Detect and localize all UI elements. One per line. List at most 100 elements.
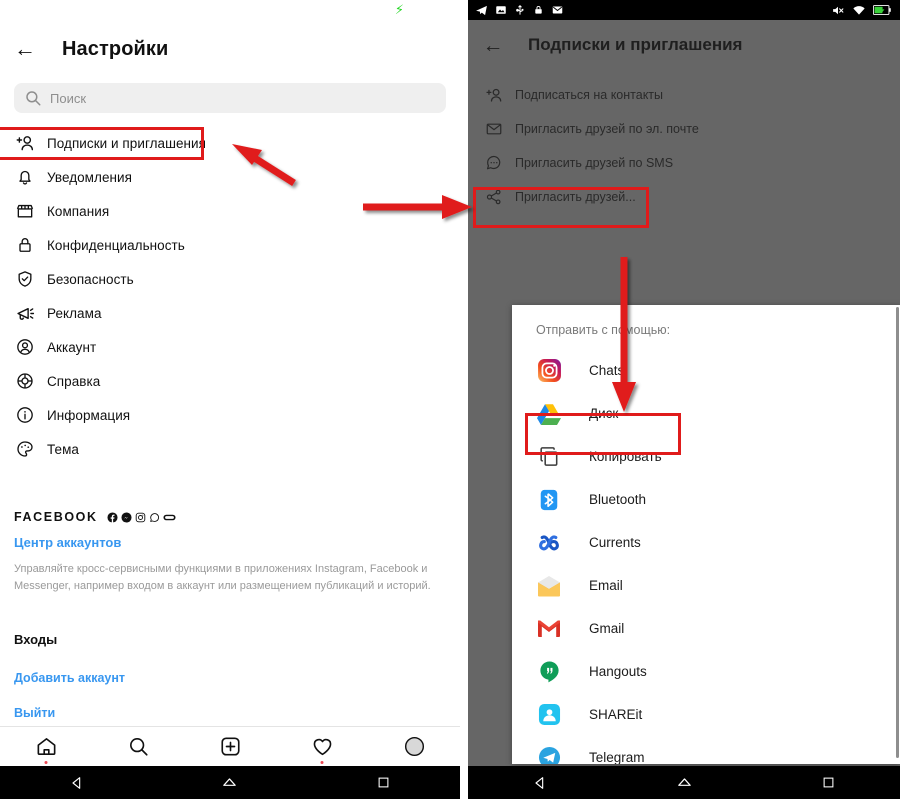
facebook-brand-label: FACEBOOK: [14, 510, 98, 524]
share-option-gmail[interactable]: Gmail: [512, 607, 900, 650]
storefront-icon: [14, 200, 36, 222]
home-icon: [37, 738, 55, 755]
share-option-bluetooth[interactable]: Bluetooth: [512, 478, 900, 521]
bottom-tab-bar: [0, 726, 460, 766]
android-home-icon[interactable]: [200, 774, 260, 791]
shareit-icon: [536, 702, 562, 728]
screenshot-icon: [496, 6, 506, 14]
profile-avatar-icon: [404, 736, 424, 757]
android-home-icon[interactable]: [654, 774, 714, 791]
share-option-label: Currents: [589, 535, 641, 550]
mail-icon: [552, 6, 563, 14]
search-icon: [26, 91, 41, 106]
highlight-subscriptions-menu-item: [0, 127, 204, 160]
lock-icon: [14, 234, 36, 256]
menu-item-label: Пригласить друзей по эл. почте: [515, 122, 699, 136]
share-option-label: Bluetooth: [589, 492, 647, 507]
sidebar-item-label: Конфиденциальность: [47, 237, 185, 253]
tab-profile[interactable]: [384, 731, 444, 763]
highlight-copy-item: [525, 413, 681, 455]
search-icon: [129, 738, 148, 756]
logins-section-title: Входы: [14, 632, 58, 647]
facebook-section-description: Управляйте кросс-сервисными функциями в …: [14, 563, 431, 593]
tab-add-post[interactable]: [200, 731, 260, 763]
add-person-icon: [484, 85, 504, 105]
facebook-icon: [107, 511, 118, 523]
share-option-label: SHAREit: [589, 707, 643, 722]
lifebuoy-icon: [14, 370, 36, 392]
sidebar-item-security[interactable]: Безопасность: [0, 262, 460, 296]
bluetooth-icon: [536, 487, 562, 513]
sidebar-item-label: Безопасность: [47, 271, 134, 287]
sidebar-item-notifications[interactable]: Уведомления: [0, 160, 460, 194]
menu-item-invite-by-sms[interactable]: Пригласить друзей по SMS: [468, 146, 900, 180]
right-phone-screen: ← Подписки и приглашения Подписаться на …: [468, 0, 900, 799]
share-option-email[interactable]: Email: [512, 564, 900, 607]
tab-home[interactable]: [16, 731, 76, 764]
sidebar-item-theme[interactable]: Тема: [0, 432, 460, 466]
sidebar-item-about[interactable]: Информация: [0, 398, 460, 432]
info-circle-icon: [14, 404, 36, 426]
telegram-icon: [476, 5, 487, 15]
search-placeholder: Поиск: [50, 90, 87, 106]
page-title: Настройки: [62, 37, 169, 60]
share-option-label: Telegram: [589, 750, 645, 764]
share-sheet-scrollbar[interactable]: [896, 307, 899, 758]
search-input[interactable]: Поиск: [14, 83, 446, 113]
account-circle-icon: [14, 336, 36, 358]
sidebar-item-label: Компания: [47, 203, 110, 219]
back-arrow-icon[interactable]: ←: [4, 38, 46, 60]
home-badge-dot: [44, 760, 48, 764]
sidebar-item-privacy[interactable]: Конфиденциальность: [0, 228, 460, 262]
whatsapp-icon: [149, 512, 159, 522]
settings-menu-list: Подписки и приглашения Уведомления Компа…: [0, 126, 460, 466]
share-option-label: Gmail: [589, 621, 625, 636]
sidebar-item-account[interactable]: Аккаунт: [0, 330, 460, 364]
palette-icon: [14, 438, 36, 460]
share-sheet-title: Отправить с помощью:: [536, 323, 671, 337]
accounts-center-link[interactable]: Центр аккаунтов: [14, 535, 454, 550]
shield-check-icon: [14, 268, 36, 290]
sidebar-item-business[interactable]: Компания: [0, 194, 460, 228]
sidebar-item-label: Тема: [47, 441, 79, 457]
share-option-hangouts[interactable]: Hangouts: [512, 650, 900, 693]
left-status-bar: ⚡: [0, 0, 460, 20]
sidebar-item-ads[interactable]: Реклама: [0, 296, 460, 330]
android-back-icon[interactable]: [510, 775, 570, 791]
instagram-icon: [135, 512, 145, 522]
share-option-currents[interactable]: Currents: [512, 521, 900, 564]
wifi-icon: [853, 5, 865, 15]
right-app-header: ← Подписки и приглашения: [468, 24, 900, 66]
share-option-shareit[interactable]: SHAREit: [512, 693, 900, 736]
android-back-icon[interactable]: [47, 775, 107, 791]
facebook-section: FACEBOOK Центр аккаунтов Управляйте крос…: [14, 508, 454, 595]
tab-search[interactable]: [108, 731, 168, 763]
share-option-label: Chats: [589, 363, 625, 378]
instagram-icon: [536, 358, 562, 384]
logout-link[interactable]: Выйти: [14, 706, 55, 720]
hangouts-icon: [536, 659, 562, 685]
menu-item-label: Пригласить друзей по SMS: [515, 156, 674, 170]
sidebar-item-label: Реклама: [47, 305, 102, 321]
email-icon: [536, 573, 562, 599]
right-status-bar: [468, 0, 900, 20]
share-option-label: Hangouts: [589, 664, 647, 679]
menu-item-label: Подписаться на контакты: [515, 88, 664, 102]
mute-icon: [833, 6, 844, 14]
android-recents-icon[interactable]: [798, 775, 858, 790]
android-recents-icon[interactable]: [353, 775, 413, 790]
sidebar-item-label: Уведомления: [47, 169, 132, 185]
share-option-chats[interactable]: Chats: [512, 349, 900, 392]
tab-activity[interactable]: [292, 731, 352, 764]
facebook-family-glyphs: [107, 511, 176, 523]
chat-bubble-icon: [484, 153, 504, 173]
sidebar-item-help[interactable]: Справка: [0, 364, 460, 398]
add-account-link[interactable]: Добавить аккаунт: [14, 671, 125, 685]
page-title: Подписки и приглашения: [528, 35, 743, 54]
menu-item-follow-contacts[interactable]: Подписаться на контакты: [468, 78, 900, 112]
lock-icon: [535, 6, 542, 14]
menu-item-invite-by-email[interactable]: Пригласить друзей по эл. почте: [468, 112, 900, 146]
add-box-icon: [220, 737, 240, 756]
back-arrow-icon[interactable]: ←: [472, 35, 514, 56]
share-option-telegram[interactable]: Telegram: [512, 736, 900, 764]
